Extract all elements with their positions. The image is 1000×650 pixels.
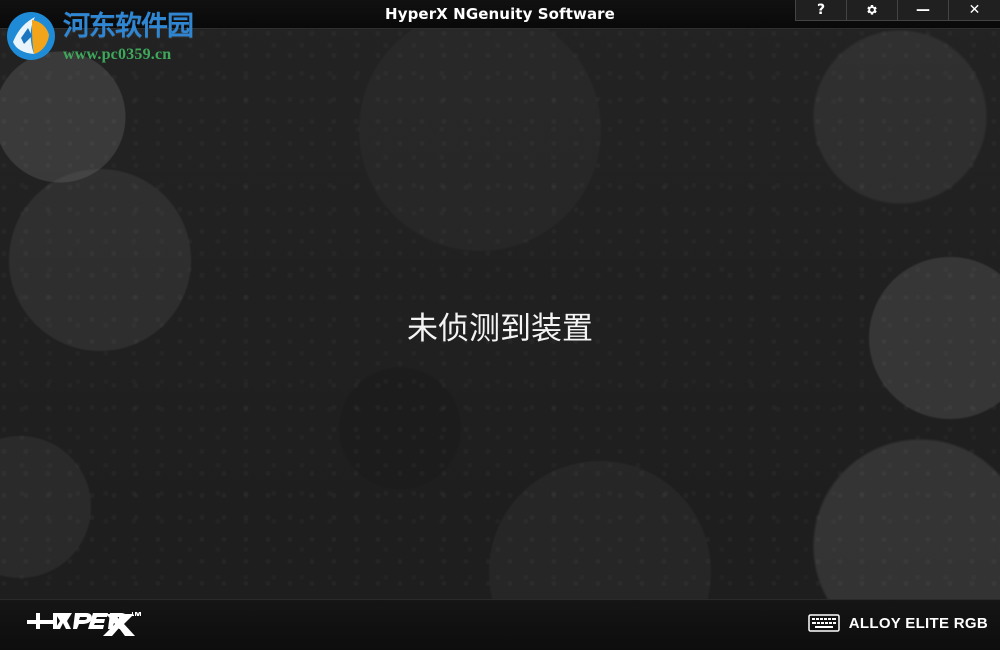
keyboard-icon — [808, 614, 840, 632]
no-device-message: 未侦测到装置 — [407, 311, 593, 347]
watermark: 河东软件园 www.pc0359.cn — [4, 9, 194, 63]
gear-icon — [867, 4, 877, 15]
close-button[interactable]: ✕ — [949, 0, 1000, 20]
device-status: ALLOY ELITE RGB — [808, 613, 988, 633]
bottom-bar: ALLOY ELITE RGB — [0, 599, 1000, 650]
app-window: HyperX NGenuity Software ? — ✕ 河东软件园 www… — [0, 0, 1000, 650]
minimize-button[interactable]: — — [898, 0, 949, 20]
watermark-logo — [7, 12, 55, 60]
device-name: ALLOY ELITE RGB — [848, 614, 988, 632]
watermark-url: www.pc0359.cn — [63, 46, 172, 63]
minimize-icon: — — [916, 2, 930, 18]
help-icon: ? — [816, 2, 826, 18]
window-controls: ? — ✕ — [795, 0, 1000, 21]
close-icon: ✕ — [968, 2, 981, 18]
settings-button[interactable] — [847, 0, 898, 20]
help-button[interactable]: ? — [796, 0, 847, 20]
hyperx-logo — [27, 612, 141, 636]
watermark-title: 河东软件园 — [63, 11, 194, 42]
watermark-text: 河东软件园 www.pc0359.cn — [63, 11, 194, 63]
